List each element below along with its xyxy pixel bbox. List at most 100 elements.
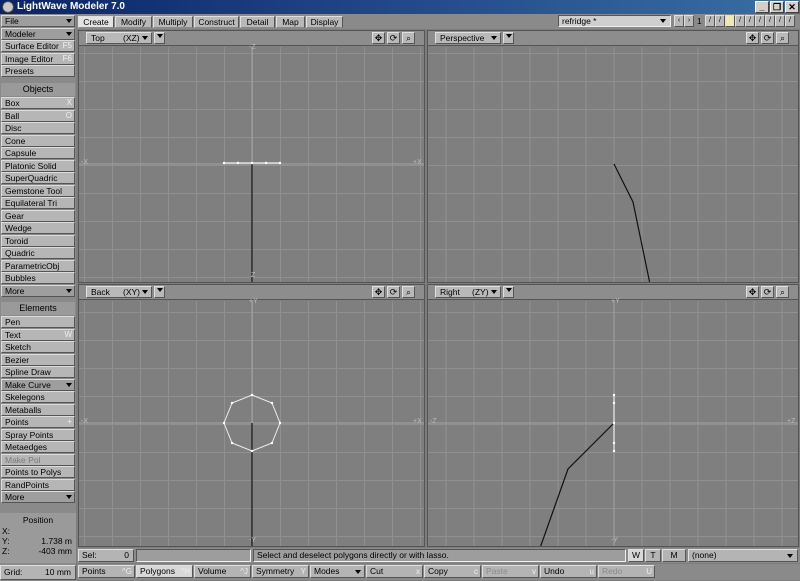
tool-points-to-polys-button[interactable]: Points to Polys [1,466,75,478]
move-view-icon[interactable]: ✥ [746,32,759,44]
tool-disc-button[interactable]: Disc [1,122,75,134]
viewport-menu-button[interactable] [503,286,514,298]
tab-display[interactable]: Display [306,16,343,28]
material-toggle[interactable]: M [662,549,686,562]
rotate-view-icon[interactable]: ⟳ [761,32,774,44]
layer-5-button[interactable]: / [755,15,765,27]
rotate-view-icon[interactable]: ⟳ [387,286,400,298]
tool-pen-button[interactable]: Pen [1,316,75,328]
viewport-canvas-right[interactable] [428,301,798,547]
viewport-right[interactable]: Right (ZY) ✥ ⟳ ⌕ +Y -Y -Z +Z [427,284,799,547]
tool-gear-button[interactable]: Gear [1,209,75,222]
tool-cone-button[interactable]: Cone [1,134,75,147]
prev-object-button[interactable]: ‹ [674,15,684,27]
viewport-view-selector[interactable]: Right (ZY) [435,286,501,298]
viewport-canvas-back[interactable] [79,301,424,547]
tool-spline-draw-button[interactable]: Spline Draw [1,366,75,378]
viewport-menu-button[interactable] [154,32,165,44]
tool-image-editor-button[interactable]: Image Editor F6 [1,52,75,65]
rotate-view-icon[interactable]: ⟳ [761,286,774,298]
tool-metaedges-button[interactable]: Metaedges [1,441,75,453]
redo-button[interactable]: Redo U [598,565,655,578]
tool-points-button[interactable]: Points + [1,416,75,428]
tool-superquadric-button[interactable]: SuperQuadric [1,172,75,184]
tool-sketch-button[interactable]: Sketch [1,341,75,353]
next-object-button[interactable]: › [684,15,694,27]
tool-modeler-button[interactable]: Modeler [1,27,75,40]
texture-toggle[interactable]: T [645,549,661,562]
viewport-menu-button[interactable] [503,32,514,44]
tab-map[interactable]: Map [276,16,305,28]
viewport-menu-button[interactable] [154,286,165,298]
viewport-perspective[interactable]: Perspective ✥ ⟳ ⌕ [427,30,799,283]
move-view-icon[interactable]: ✥ [372,32,385,44]
move-view-icon[interactable]: ✥ [372,286,385,298]
tool-randpoints-button[interactable]: RandPoints [1,478,75,491]
tab-create[interactable]: Create [78,16,114,28]
modes-button[interactable]: Modes [310,565,365,578]
tool-gemstone-tool-button[interactable]: Gemstone Tool [1,184,75,197]
layer-bg-icon[interactable]: / [715,15,725,27]
tool-bezier-button[interactable]: Bezier [1,353,75,366]
copy-button[interactable]: Copy c [424,565,481,578]
zoom-icon[interactable]: ⌕ [776,32,789,44]
tool-quadric-button[interactable]: Quadric [1,247,75,259]
viewport-view-selector[interactable]: Perspective [435,32,501,44]
volume-button[interactable]: Volume ^J [194,565,251,578]
layer-8-button[interactable]: / [785,15,795,27]
wireframe-toggle[interactable]: W [628,549,644,562]
tool-bubbles-button[interactable]: Bubbles [1,272,75,284]
tool-wedge-button[interactable]: Wedge [1,222,75,234]
grid-size-field[interactable]: Grid: 10 mm [0,565,76,580]
tool-capsule-button[interactable]: Capsule [1,147,75,159]
tool-box-button[interactable]: Box X [1,97,75,109]
tab-multiply[interactable]: Multiply [153,16,193,28]
minimize-button[interactable]: _ [755,1,769,13]
tab-modify[interactable]: Modify [115,16,152,28]
viewport-canvas-perspective[interactable] [428,47,798,283]
tool-skelegons-button[interactable]: Skelegons [1,391,75,403]
tool-spray-points-button[interactable]: Spray Points [1,428,75,441]
layer-6-button[interactable]: / [765,15,775,27]
polygons-button[interactable]: Polygons ^H [136,565,193,578]
zoom-icon[interactable]: ⌕ [402,32,415,44]
tool-equilateral-tri-button[interactable]: Equilateral Tri [1,197,75,209]
tool-surface-editor-button[interactable]: Surface Editor F5 [1,40,75,52]
viewport-view-selector[interactable]: Back (XY) [86,286,152,298]
tool-more-button[interactable]: More [1,491,75,503]
tool-platonic-solid-button[interactable]: Platonic Solid [1,159,75,172]
tool-make-curve-button[interactable]: Make Curve [1,378,75,391]
cut-button[interactable]: Cut x [366,565,423,578]
layer-fg-icon[interactable]: / [705,15,715,27]
surface-selector[interactable]: (none) [688,549,798,562]
tool-text-button[interactable]: Text W [1,328,75,341]
tool-file-button[interactable]: File [1,15,75,27]
tool-metaballs-button[interactable]: Metaballs [1,403,75,416]
tool-ball-button[interactable]: Ball O [1,109,75,122]
tool-parametricobj-button[interactable]: ParametricObj [1,259,75,272]
zoom-icon[interactable]: ⌕ [776,286,789,298]
symmetry-button[interactable]: Symmetry Y [252,565,309,578]
tool-toroid-button[interactable]: Toroid [1,234,75,247]
viewport-back[interactable]: Back (XY) ✥ ⟳ ⌕ +Y -Y -X +X [78,284,425,547]
tool-make-pol-button[interactable]: Make Pol [1,453,75,466]
zoom-icon[interactable]: ⌕ [402,286,415,298]
rotate-view-icon[interactable]: ⟳ [387,32,400,44]
viewport-top[interactable]: Top (XZ) ✥ ⟳ ⌕ -Z Z -X +X [78,30,425,283]
maximize-button[interactable]: ❐ [770,1,784,13]
viewport-canvas-top[interactable] [79,47,424,283]
points-button[interactable]: Points ^G [78,565,135,578]
tool-more-button[interactable]: More [1,284,75,297]
layer-2-button[interactable] [725,15,735,27]
undo-button[interactable]: Undo u [540,565,597,578]
layer-3-button[interactable]: / [735,15,745,27]
layer-7-button[interactable]: / [775,15,785,27]
object-selector[interactable]: refridge * [558,15,671,27]
tab-detail[interactable]: Detail [240,16,275,28]
viewport-view-selector[interactable]: Top (XZ) [86,32,152,44]
layer-4-button[interactable]: / [745,15,755,27]
tool-presets-button[interactable]: Presets [1,65,75,77]
close-button[interactable]: ✕ [785,1,799,13]
move-view-icon[interactable]: ✥ [746,286,759,298]
paste-button[interactable]: Paste v [482,565,539,578]
